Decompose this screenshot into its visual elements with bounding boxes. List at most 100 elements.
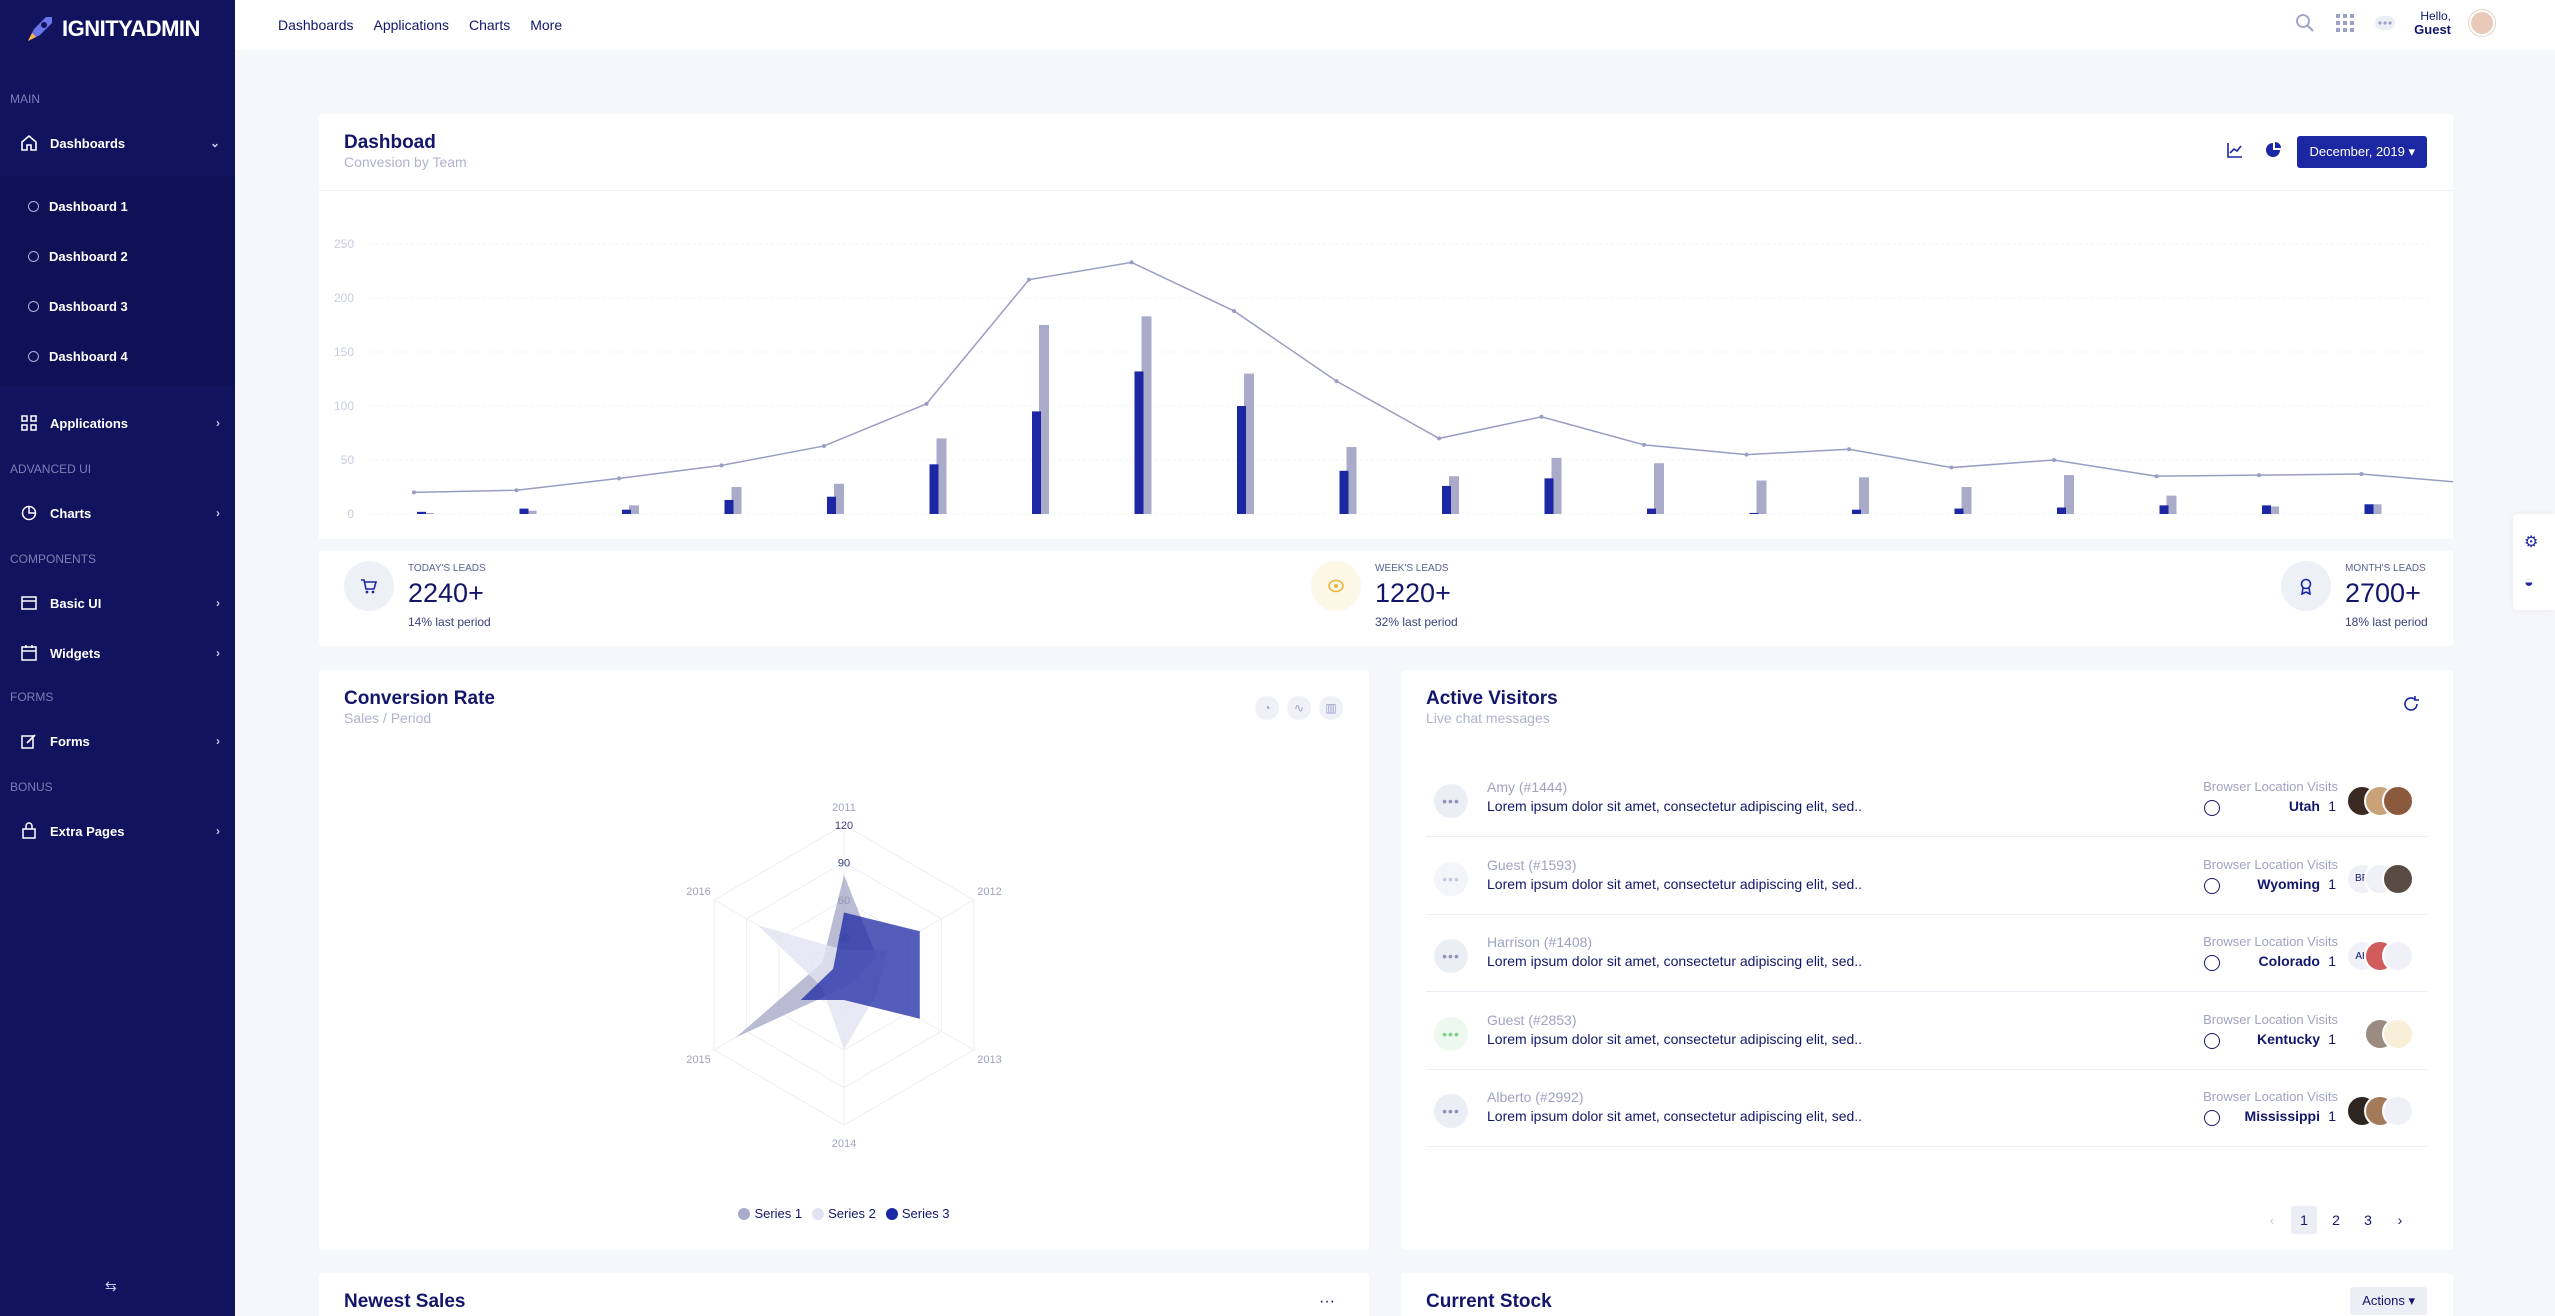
sidebar-item-basic-ui[interactable]: Basic UI › xyxy=(20,588,220,618)
home-icon xyxy=(20,134,38,152)
visitor-row[interactable]: ••• Guest (#1593) Lorem ipsum dolor sit am… xyxy=(1426,838,2428,915)
visitor-row[interactable]: ••• Amy (#1444) Lorem ipsum dolor sit amet… xyxy=(1426,760,2428,837)
top-right-tools: Hello, Guest xyxy=(2294,10,2495,36)
circle-icon xyxy=(28,300,39,312)
visitor-row[interactable]: ••• Guest (#2853) Lorem ipsum dolor sit am… xyxy=(1426,993,2428,1070)
visitor-message: Lorem ipsum dolor sit amet, consectetur … xyxy=(1487,798,1863,814)
user-avatar[interactable] xyxy=(2469,10,2495,36)
sidebar-item-forms[interactable]: Forms › xyxy=(20,726,220,756)
line-point xyxy=(1129,260,1134,265)
chrome-browser-icon xyxy=(2204,1110,2220,1126)
sidebar-toggle-icon[interactable]: ⇆ xyxy=(105,1278,117,1295)
circle-icon xyxy=(28,250,39,262)
user-greeting[interactable]: Hello, Guest xyxy=(2414,10,2451,37)
conversion-title: Conversion Rate xyxy=(344,688,495,709)
settings-sliders-icon[interactable]: ⚙ xyxy=(2524,532,2538,552)
topnav-charts[interactable]: Charts xyxy=(469,17,510,33)
line-chart-icon[interactable] xyxy=(2223,138,2247,162)
actions-dropdown[interactable]: Actions ▾ xyxy=(2350,1287,2427,1315)
radar-axis-label: 2016 xyxy=(686,886,710,898)
conversion-subtitle: Sales / Period xyxy=(344,710,432,726)
visitor-row[interactable]: ••• Harrison (#1408) Lorem ipsum dolor sit… xyxy=(1426,915,2428,992)
visitor-avatar[interactable] xyxy=(2382,1095,2414,1127)
line-point xyxy=(412,490,416,495)
sidebar-item-charts[interactable]: Charts › xyxy=(20,498,220,528)
visitor-visits: 1 xyxy=(2328,953,2336,969)
top-navigation: Dashboards Applications Charts More xyxy=(278,17,562,33)
line-point xyxy=(1949,465,1954,470)
line-point xyxy=(2052,458,2056,462)
legend-label: Series 2 xyxy=(828,1206,876,1221)
visitor-name: Harrison (#1408) xyxy=(1487,934,1593,950)
pager-page-2[interactable]: 2 xyxy=(2323,1206,2349,1234)
brand-logo[interactable]: IGNITYADMIN xyxy=(22,8,200,50)
bar-series-2 xyxy=(1339,470,1349,514)
visitor-row[interactable]: ••• Alberto (#2992) Lorem ipsum dolor sit … xyxy=(1426,1070,2428,1147)
topnav-applications[interactable]: Applications xyxy=(374,17,450,33)
chat-bubble-icon: ••• xyxy=(1434,1016,1468,1051)
visitor-avatar[interactable] xyxy=(2382,940,2414,972)
bar-chart-icon[interactable]: ▥ xyxy=(1319,696,1343,720)
line-point xyxy=(2359,472,2364,477)
refresh-icon[interactable] xyxy=(2399,692,2423,716)
theme-icon[interactable]: ◒ xyxy=(2524,574,2534,592)
line-point xyxy=(1027,277,1031,282)
sidebar: IGNITYADMIN MAIN Dashboards ⌄ Dashboard … xyxy=(0,0,235,1316)
line-chart-icon[interactable]: ∿ xyxy=(1287,696,1311,720)
rocket-icon xyxy=(28,17,52,41)
visitor-avatar[interactable] xyxy=(2382,785,2414,817)
lead-period: 18% last period xyxy=(2345,615,2428,629)
floating-tools: ⚙ ◒ xyxy=(2513,514,2555,610)
y-tick-label: 100 xyxy=(334,399,354,413)
chart-footer-gap xyxy=(319,539,2453,551)
cart-icon xyxy=(344,561,394,611)
bar-series-2 xyxy=(929,464,939,514)
topnav-more[interactable]: More xyxy=(530,17,562,33)
legend-series-1[interactable]: Series 1 xyxy=(738,1206,802,1221)
current-stock-card: Current Stock Actions ▾ xyxy=(1401,1273,2453,1316)
legend-series-3[interactable]: Series 3 xyxy=(885,1206,950,1221)
sidebar-sub-dashboard-1[interactable]: Dashboard 1 xyxy=(28,194,128,218)
visitors-title: Active Visitors xyxy=(1426,688,1558,709)
topnav-dashboards[interactable]: Dashboards xyxy=(278,17,354,33)
visitor-avatar[interactable] xyxy=(2382,862,2414,895)
month-select-button[interactable]: December, 2019 ▾ xyxy=(2297,136,2427,168)
sidebar-item-dashboards[interactable]: Dashboards ⌄ xyxy=(20,128,220,158)
bar-series-2 xyxy=(2364,504,2374,514)
pager-page-1[interactable]: 1 xyxy=(2291,1206,2317,1234)
badge-icon xyxy=(2281,561,2331,611)
lead-value: 2700+ xyxy=(2345,578,2421,608)
sidebar-sub-dashboard-3[interactable]: Dashboard 3 xyxy=(28,294,128,318)
search-icon[interactable] xyxy=(2294,12,2316,34)
visitor-columns-header: Browser Location Visits xyxy=(2203,934,2338,949)
pie-chart-icon[interactable] xyxy=(2261,138,2285,162)
chevron-down-icon: ⌄ xyxy=(209,136,220,150)
visitor-avatar[interactable] xyxy=(2382,1017,2414,1050)
window-icon xyxy=(20,594,38,612)
page-subtitle: Convesion by Team xyxy=(344,154,467,170)
legend-series-2[interactable]: Series 2 xyxy=(812,1206,876,1221)
sidebar-sub-dashboard-4[interactable]: Dashboard 4 xyxy=(28,344,128,368)
sidebar-sub-dashboard-2[interactable]: Dashboard 2 xyxy=(28,244,128,268)
more-dots-icon[interactable] xyxy=(2374,12,2396,34)
visitor-visits: 1 xyxy=(2328,1030,2336,1047)
pager-page-3[interactable]: 3 xyxy=(2355,1206,2381,1234)
sidebar-item-widgets[interactable]: Widgets › xyxy=(20,638,220,668)
bar-series-2 xyxy=(2159,505,2169,514)
pager-next-icon[interactable]: › xyxy=(2387,1206,2413,1234)
newest-sales-title: Newest Sales xyxy=(344,1291,466,1312)
pager-prev-icon[interactable]: ‹ xyxy=(2259,1206,2285,1234)
sidebar-item-label: Applications xyxy=(50,415,129,431)
current-stock-title: Current Stock xyxy=(1426,1291,1552,1312)
pie-chart-icon[interactable]: ◔ xyxy=(1255,696,1279,720)
circle-icon xyxy=(28,200,39,212)
sidebar-item-extra-pages[interactable]: Extra Pages › xyxy=(20,816,220,846)
sidebar-item-applications[interactable]: Applications › xyxy=(20,408,220,438)
calendar-icon xyxy=(20,644,38,662)
visitor-name: Guest (#1593) xyxy=(1487,856,1577,873)
radar-axis-label: 2015 xyxy=(686,1054,710,1066)
lead-today: Today's Leads 2240+ 14% last period xyxy=(344,561,491,629)
more-dots-icon[interactable]: ··· xyxy=(1319,1293,1335,1311)
line-point xyxy=(1847,447,1851,452)
apps-grid-icon[interactable] xyxy=(2334,12,2356,34)
